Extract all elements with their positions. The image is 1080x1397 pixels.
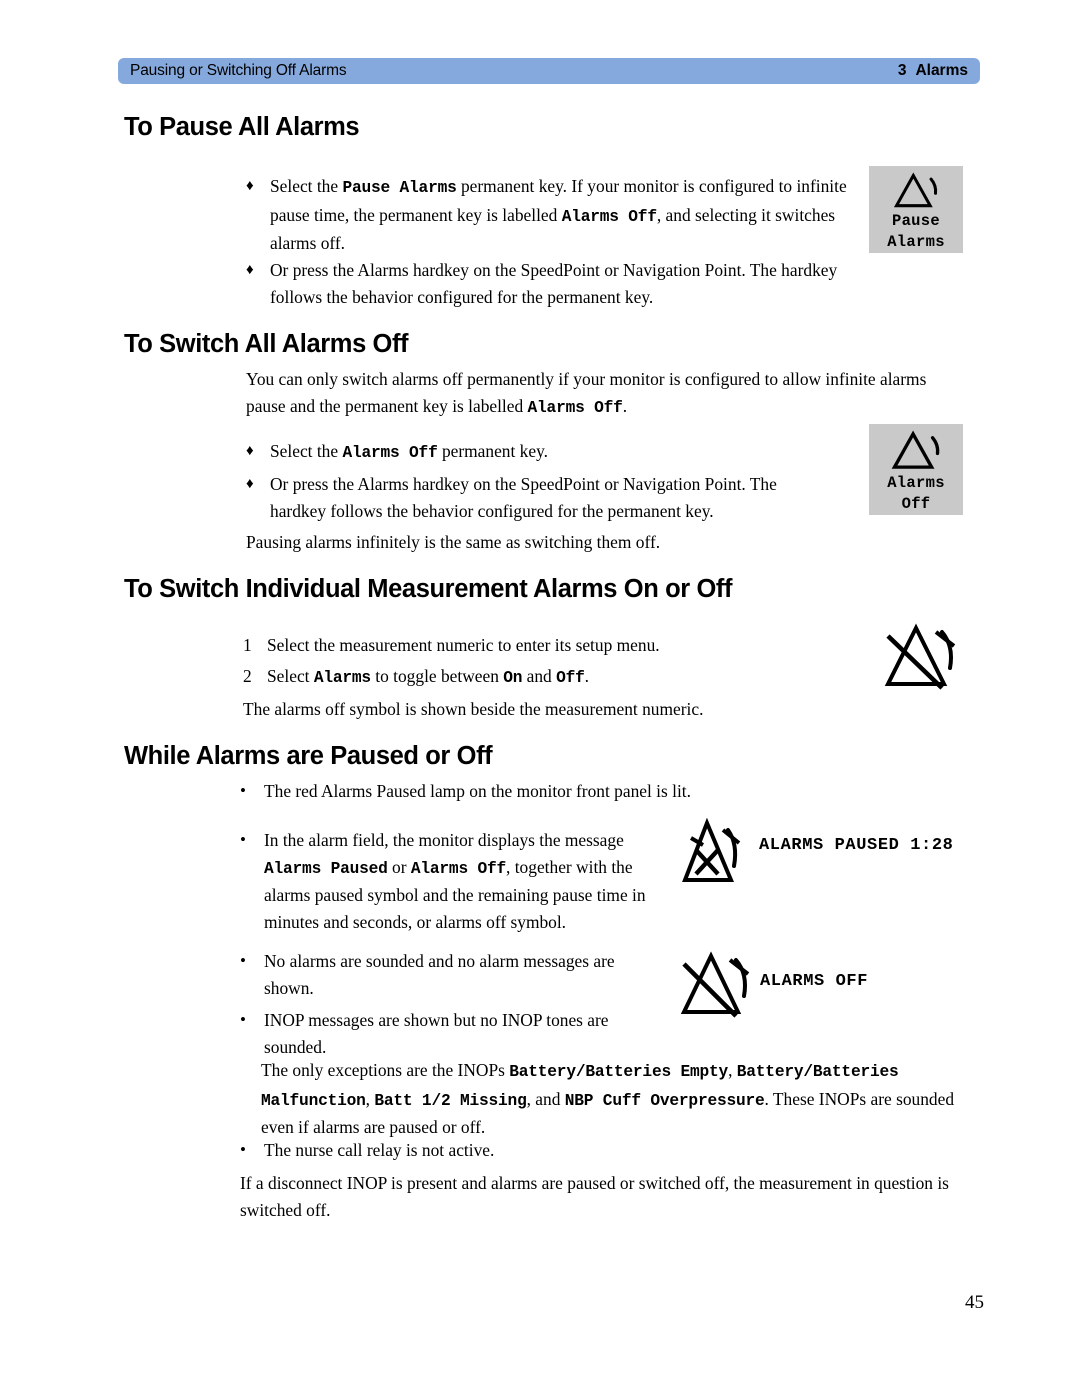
dot-bullet-icon: • xyxy=(240,1140,246,1159)
bullet-item: • No alarms are sounded and no alarm mes… xyxy=(240,948,640,1001)
alarms-off-crossed-bell-icon xyxy=(680,951,750,1018)
paragraph-alarms-off-symbol-note: The alarms off symbol is shown beside th… xyxy=(243,699,704,719)
heading-to-switch-all-alarms-off: To Switch All Alarms Off xyxy=(124,330,409,358)
diamond-bullet-icon: ♦ xyxy=(246,476,254,492)
alarms-off-symbol-large xyxy=(880,622,962,699)
bullet-text: Or press the Alarms hardkey on the Speed… xyxy=(270,474,777,521)
page-number: 45 xyxy=(965,1292,984,1313)
bullet-item: • In the alarm field, the monitor displa… xyxy=(240,827,660,935)
paragraph-switch-all-alarms-intro: You can only switch alarms off permanent… xyxy=(246,369,927,417)
chapter-number: 3 xyxy=(897,62,907,79)
bullet-text: In the alarm field, the monitor displays… xyxy=(264,830,646,932)
bullet-text: No alarms are sounded and no alarm messa… xyxy=(264,951,615,998)
dot-bullet-icon: • xyxy=(240,1010,246,1029)
key-label-line: Off xyxy=(901,495,931,513)
heading-to-pause-all-alarms: To Pause All Alarms xyxy=(124,113,360,141)
step-text: Select the measurement numeric to enter … xyxy=(267,635,660,655)
pause-alarms-permanent-key[interactable]: Pause Alarms xyxy=(869,166,963,253)
chapter-marker: 3 Alarms xyxy=(898,62,968,80)
alarms-paused-caption: ALARMS PAUSED 1:28 xyxy=(759,836,954,855)
bullet-item: • INOP messages are shown but no INOP to… xyxy=(240,1007,640,1060)
paragraph-pausing-infinitely: Pausing alarms infinitely is the same as… xyxy=(246,532,661,552)
numbered-step: 2 Select Alarms to toggle between On and… xyxy=(243,663,843,692)
numbered-step: 1 Select the measurement numeric to ente… xyxy=(243,632,843,659)
bullet-item: ♦ Or press the Alarms hardkey on the Spe… xyxy=(246,471,816,524)
paragraph-disconnect-inop: If a disconnect INOP is present and alar… xyxy=(240,1173,949,1220)
document-page: Pausing or Switching Off Alarms 3 Alarms … xyxy=(0,0,1080,1397)
diamond-bullet-icon: ♦ xyxy=(246,443,254,459)
diamond-bullet-icon: ♦ xyxy=(246,178,254,194)
key-label-line: Alarms xyxy=(887,474,945,492)
heading-while-alarms-paused-or-off: While Alarms are Paused or Off xyxy=(124,742,493,770)
bullet-text: Or press the Alarms hardkey on the Speed… xyxy=(270,260,838,307)
step-text: Select Alarms to toggle between On and O… xyxy=(267,666,590,687)
bullet-item: ♦ Select the Alarms Off permanent key. xyxy=(246,438,846,467)
bullet-text: Select the Alarms Off permanent key. xyxy=(270,441,549,462)
paragraph-inop-exceptions: The only exceptions are the INOPs Batter… xyxy=(261,1060,955,1137)
bullet-text: Select the Pause Alarms permanent key. I… xyxy=(270,176,847,253)
step-number: 2 xyxy=(243,666,252,686)
alarms-off-permanent-key[interactable]: Alarms Off xyxy=(869,424,963,515)
dot-bullet-icon: • xyxy=(240,830,246,849)
alarm-bell-icon xyxy=(891,430,940,469)
bullet-text: INOP messages are shown but no INOP tone… xyxy=(264,1010,609,1057)
dot-bullet-icon: • xyxy=(240,951,246,970)
running-head-text: Pausing or Switching Off Alarms xyxy=(130,62,347,79)
bullet-item: • The nurse call relay is not active. xyxy=(240,1137,740,1164)
key-label-line: Alarms xyxy=(887,233,945,251)
step-number: 1 xyxy=(243,635,252,655)
bullet-text: The red Alarms Paused lamp on the monito… xyxy=(264,781,691,801)
bullet-item: ♦ Select the Pause Alarms permanent key.… xyxy=(246,173,866,257)
bullet-item: • The red Alarms Paused lamp on the moni… xyxy=(240,778,880,805)
running-header-bar: Pausing or Switching Off Alarms 3 Alarms xyxy=(118,58,980,84)
alarms-paused-crossed-bell-icon xyxy=(682,817,741,882)
alarms-off-caption: ALARMS OFF xyxy=(760,972,869,991)
dot-bullet-icon: • xyxy=(240,781,246,800)
alarms-off-crossed-bell-icon xyxy=(884,623,956,690)
bullet-item: ♦ Or press the Alarms hardkey on the Spe… xyxy=(246,257,866,310)
heading-switch-individual-measurement-alarms: To Switch Individual Measurement Alarms … xyxy=(124,575,733,603)
alarms-off-symbol xyxy=(676,951,756,1026)
alarms-paused-symbol xyxy=(676,817,746,895)
key-label-line: Pause xyxy=(891,212,940,230)
bullet-text: The nurse call relay is not active. xyxy=(264,1140,495,1160)
diamond-bullet-icon: ♦ xyxy=(246,262,254,278)
chapter-name: Alarms xyxy=(915,62,968,79)
alarm-bell-icon xyxy=(893,172,938,208)
